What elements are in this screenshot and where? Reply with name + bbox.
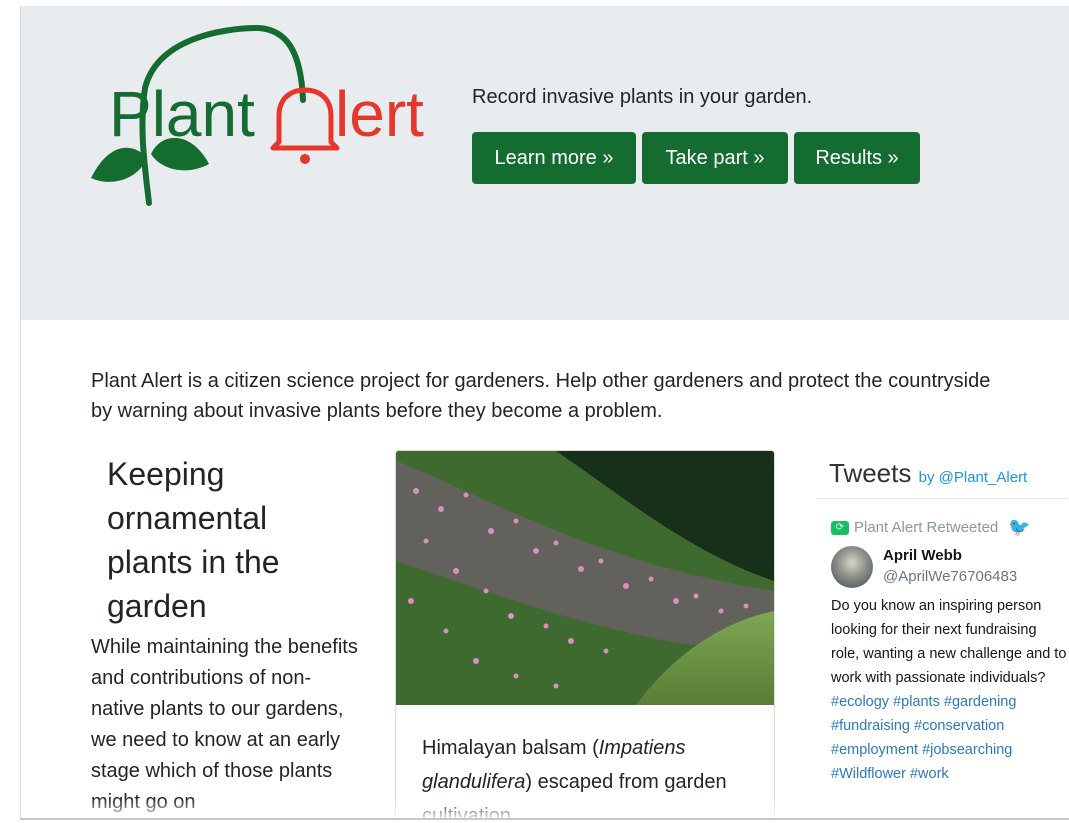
author-handle[interactable]: @AprilWe76706483 <box>883 566 1017 588</box>
hashtag-link[interactable]: #plants <box>893 694 940 710</box>
retweeted-by[interactable]: Plant Alert Retweeted <box>854 519 998 536</box>
hashtag-link[interactable]: #jobsearching <box>922 742 1012 758</box>
avatar[interactable] <box>831 546 873 588</box>
cta-button-row: Learn more » Take part » Results » <box>472 132 920 184</box>
hashtag-link[interactable]: #work <box>910 766 949 782</box>
take-part-button[interactable]: Take part » <box>642 132 788 184</box>
logo-alert-text: lert <box>335 78 424 150</box>
tweets-header: Tweets by @Plant_Alert <box>817 458 1067 499</box>
hashtag-link[interactable]: #gardening <box>944 694 1017 710</box>
hashtag-link[interactable]: #fundraising <box>831 718 910 734</box>
bottom-fade <box>21 798 1069 818</box>
hashtag-link[interactable]: #Wildflower <box>831 766 906 782</box>
retweet-icon: ⟳ <box>831 520 849 535</box>
hashtag-link[interactable]: #employment <box>831 742 918 758</box>
article-title[interactable]: Keeping ornamental plants in the garden <box>107 452 361 628</box>
hashtag-link[interactable]: #ecology <box>831 694 889 710</box>
author-name[interactable]: April Webb <box>883 546 1017 566</box>
retweet-label-row: ⟳ Plant Alert Retweeted 🐦 <box>817 517 1067 538</box>
learn-more-button[interactable]: Learn more » <box>472 132 636 184</box>
page-frame: Plant lert Record invasive plants in you… <box>20 6 1069 818</box>
intro-paragraph: Plant Alert is a citizen science project… <box>91 370 991 422</box>
jumbotron: Plant lert Record invasive plants in you… <box>21 6 1069 320</box>
himalayan-balsam-photo <box>396 451 774 705</box>
results-button[interactable]: Results » <box>794 132 920 184</box>
article-body: While maintaining the benefits and contr… <box>91 636 358 813</box>
tweets-title: Tweets <box>829 458 912 488</box>
hashtag-link[interactable]: #conservation <box>914 718 1004 734</box>
article-column: Keeping ornamental plants in the garden … <box>91 452 361 818</box>
window-bottom-edge <box>20 818 1069 820</box>
tweet-text: Do you know an inspiring person looking … <box>831 598 1067 782</box>
plant-alert-logo[interactable]: Plant lert <box>69 18 449 208</box>
twitter-bird-icon[interactable]: 🐦 <box>1008 517 1030 538</box>
logo-plant-text: Plant <box>109 78 255 150</box>
photo-card: Himalayan balsam (Impatiens glandulifera… <box>395 450 775 818</box>
tweets-handle-link[interactable]: @Plant_Alert <box>939 469 1028 486</box>
tagline: Record invasive plants in your garden. <box>472 86 813 108</box>
tweet-author[interactable]: April Webb @AprilWe76706483 <box>817 546 1067 588</box>
twitter-timeline: Tweets by @Plant_Alert ⟳ Plant Alert Ret… <box>817 458 1067 786</box>
